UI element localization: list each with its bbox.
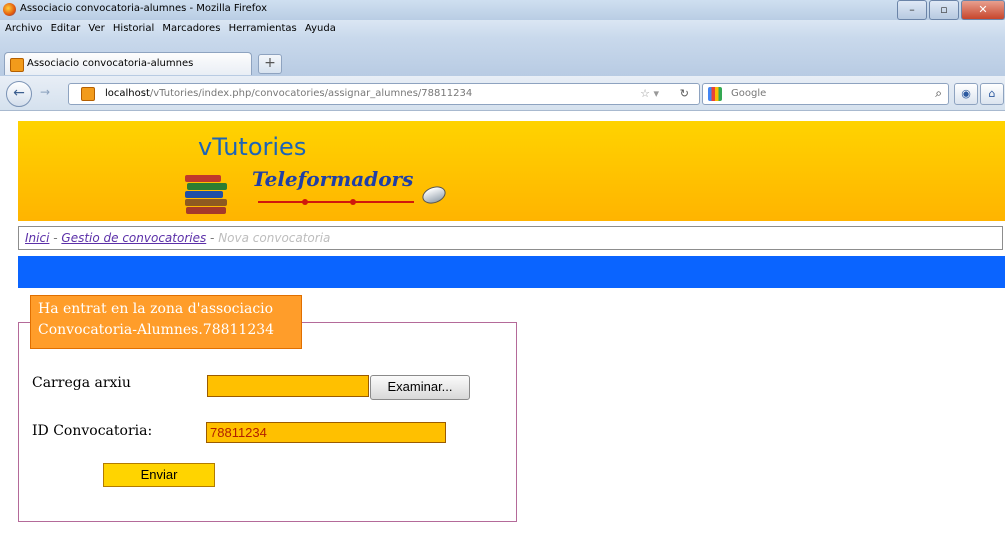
url-text: localhost/vTutories/index.php/convocator… <box>105 88 472 99</box>
tab-label: Associacio convocatoria-alumnes <box>27 58 194 69</box>
menu-item-marcadores[interactable]: Marcadores <box>162 23 220 34</box>
logo-dot <box>302 199 308 205</box>
menu-item-historial[interactable]: Historial <box>113 23 154 34</box>
menu-item-ver[interactable]: Ver <box>88 23 104 34</box>
file-upload-label: Carrega arxiu <box>32 375 131 391</box>
convocatoria-id-input[interactable]: 78811234 <box>206 422 446 443</box>
breadcrumb-separator: - <box>206 231 219 245</box>
close-button[interactable]: ✕ <box>961 0 1005 20</box>
logo-underline <box>258 201 414 203</box>
bookmark-star-icon[interactable]: ☆ ▾ <box>640 87 659 100</box>
logo-dot <box>350 199 356 205</box>
browse-button[interactable]: Examinar... <box>370 375 470 400</box>
page-favicon-icon <box>10 58 24 72</box>
window-controls: – ▫ ✕ <box>895 0 1005 20</box>
window-titlebar: Associacio convocatoria-alumnes - Mozill… <box>0 0 1005 20</box>
back-arrow-icon[interactable]: ← <box>6 81 32 107</box>
breadcrumb-current: Nova convocatoria <box>218 231 331 245</box>
menu-item-herramientas[interactable]: Herramientas <box>229 23 297 34</box>
site-brand: vTutories <box>198 133 307 161</box>
google-icon <box>708 87 722 101</box>
window-title: Associacio convocatoria-alumnes - Mozill… <box>20 3 268 14</box>
menu-item-ayuda[interactable]: Ayuda <box>305 23 336 34</box>
url-path: /vTutories/index.php/convocatories/assig… <box>149 88 473 99</box>
minimize-button[interactable]: – <box>897 0 927 20</box>
navigation-toolbar: ← → localhost/vTutories/index.php/convoc… <box>0 76 1005 111</box>
forward-arrow-icon[interactable]: → <box>40 85 50 99</box>
breadcrumb-link-gestio[interactable]: Gestio de convocatories <box>61 231 206 245</box>
breadcrumb-links: Inici - Gestio de convocatories - Nova c… <box>25 231 330 245</box>
tab-bar: Associacio convocatoria-alumnes + <box>0 38 1005 76</box>
home-icon[interactable]: ⌂ <box>980 83 1004 105</box>
site-identity-icon <box>81 87 95 101</box>
send-button[interactable]: Enviar <box>103 463 215 487</box>
breadcrumb-link-inici[interactable]: Inici <box>25 231 49 245</box>
reload-icon[interactable]: ↻ <box>680 87 689 100</box>
maximize-button[interactable]: ▫ <box>929 0 959 20</box>
breadcrumb-separator: - <box>49 231 62 245</box>
menu-bar: Archivo Editar Ver Historial Marcadores … <box>0 20 1005 38</box>
site-header-banner <box>18 121 1005 221</box>
books-logo-icon <box>185 175 231 217</box>
search-icon[interactable]: ⌕ <box>935 86 942 101</box>
menu-item-editar[interactable]: Editar <box>51 23 81 34</box>
firefox-icon <box>3 3 16 16</box>
address-bar[interactable]: localhost/vTutories/index.php/convocator… <box>68 83 700 105</box>
addon-icon[interactable]: ◉ <box>954 83 978 105</box>
new-tab-button[interactable]: + <box>258 54 282 74</box>
convocatoria-id-label: ID Convocatoria: <box>32 423 153 439</box>
breadcrumb: Inici - Gestio de convocatories - Nova c… <box>18 226 1003 250</box>
file-upload-input[interactable] <box>207 375 369 397</box>
search-engine-label: Google <box>731 88 767 99</box>
search-bar[interactable]: Google ⌕ <box>702 83 949 105</box>
navigation-strip <box>18 256 1005 288</box>
tab-associacio[interactable]: Associacio convocatoria-alumnes <box>4 52 252 75</box>
url-host: localhost <box>105 88 150 99</box>
site-subtitle: Teleformadors <box>252 167 414 191</box>
menu-item-archivo[interactable]: Archivo <box>5 23 42 34</box>
page-content: vTutories Teleformadors Inici - Gestio d… <box>0 111 1005 540</box>
form-legend: Ha entrat en la zona d'associacio Convoc… <box>30 295 302 349</box>
